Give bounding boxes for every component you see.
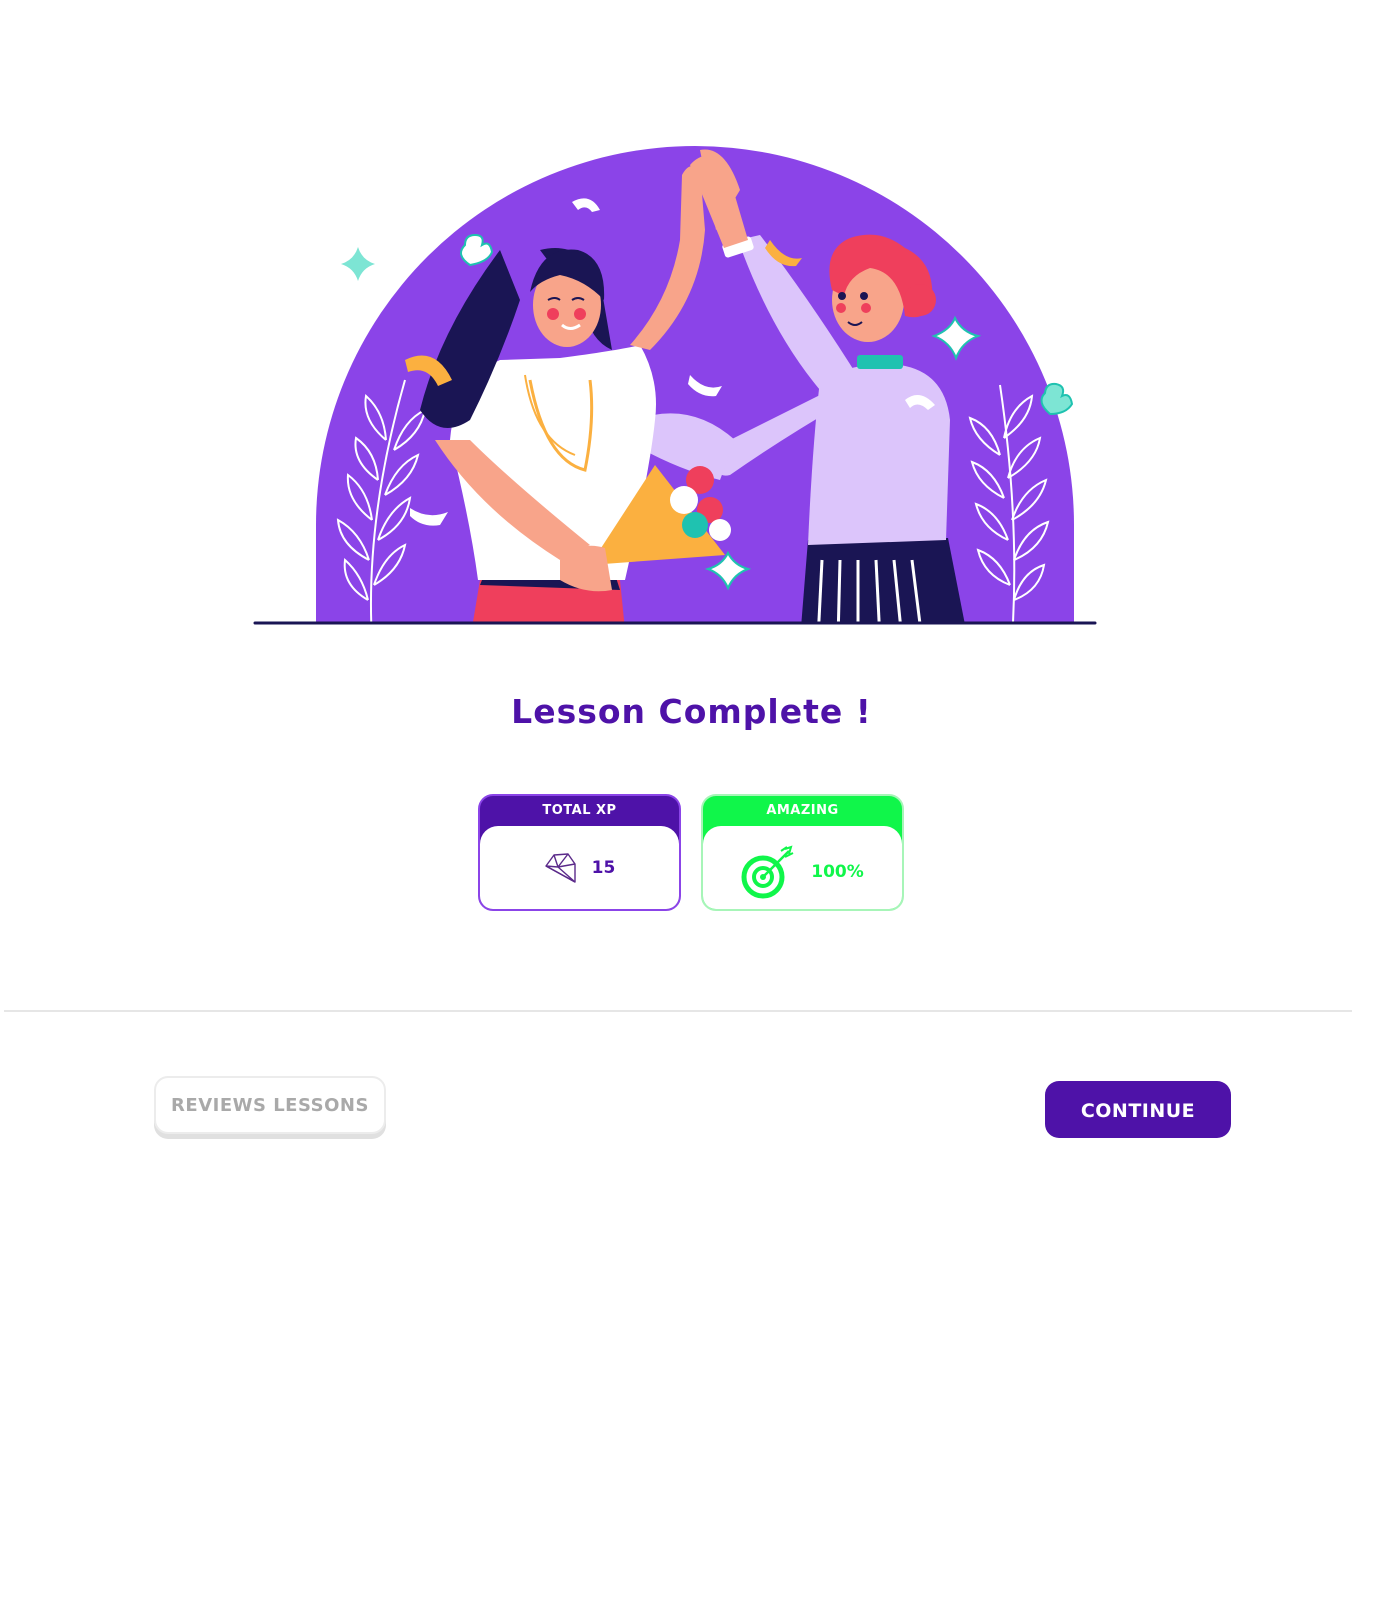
stat-label: TOTAL XP	[542, 803, 617, 818]
footer-divider	[4, 1010, 1352, 1012]
page-title: Lesson Complete !	[511, 692, 872, 731]
stat-card-amazing: AMAZING 100%	[701, 794, 904, 911]
stat-card-total-xp: TOTAL XP 15	[478, 794, 681, 911]
diamond-icon	[544, 852, 576, 883]
target-icon	[741, 844, 794, 898]
stat-value: 100%	[811, 861, 864, 882]
stat-label: AMAZING	[766, 803, 839, 818]
heart-icon	[1040, 382, 1074, 416]
continue-button[interactable]: CONTINUE	[1045, 1081, 1231, 1138]
review-lessons-button[interactable]: REVIEWS LESSONS	[154, 1076, 386, 1134]
sparkle-icon	[341, 247, 375, 281]
celebration-illustration	[253, 146, 1097, 625]
stat-value: 15	[591, 857, 616, 878]
